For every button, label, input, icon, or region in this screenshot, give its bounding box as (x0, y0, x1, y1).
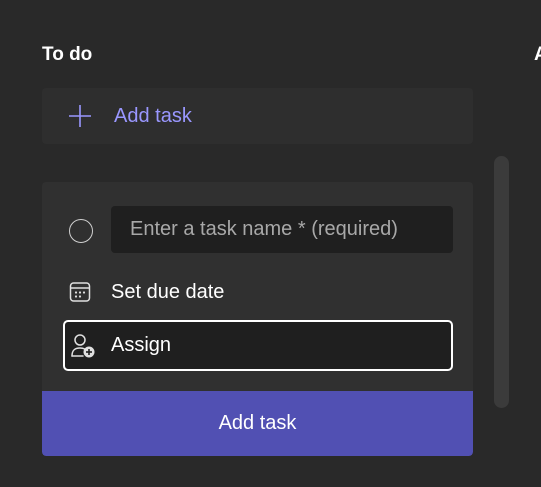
task-name-input[interactable] (111, 206, 453, 253)
next-column-title: A (534, 44, 541, 65)
set-due-date-label: Set due date (111, 280, 225, 303)
add-task-submit-button[interactable]: Add task (42, 391, 473, 456)
add-task-label: Add task (114, 104, 192, 127)
add-task-row-button[interactable]: Add task (42, 88, 473, 144)
calendar-icon (68, 280, 92, 304)
complete-circle-icon[interactable] (69, 219, 93, 243)
new-task-card: Set due date Assign Add task (42, 182, 473, 456)
assign-label: Assign (111, 334, 172, 356)
scrollbar[interactable] (494, 156, 509, 408)
set-due-date-button[interactable]: Set due date (68, 277, 224, 307)
person-add-icon (69, 332, 97, 360)
plus-icon (68, 104, 92, 128)
assign-button[interactable]: Assign (63, 320, 453, 371)
column-title: To do (42, 44, 93, 65)
planner-board: To do A Add task Enter a task name * (re… (0, 0, 541, 487)
